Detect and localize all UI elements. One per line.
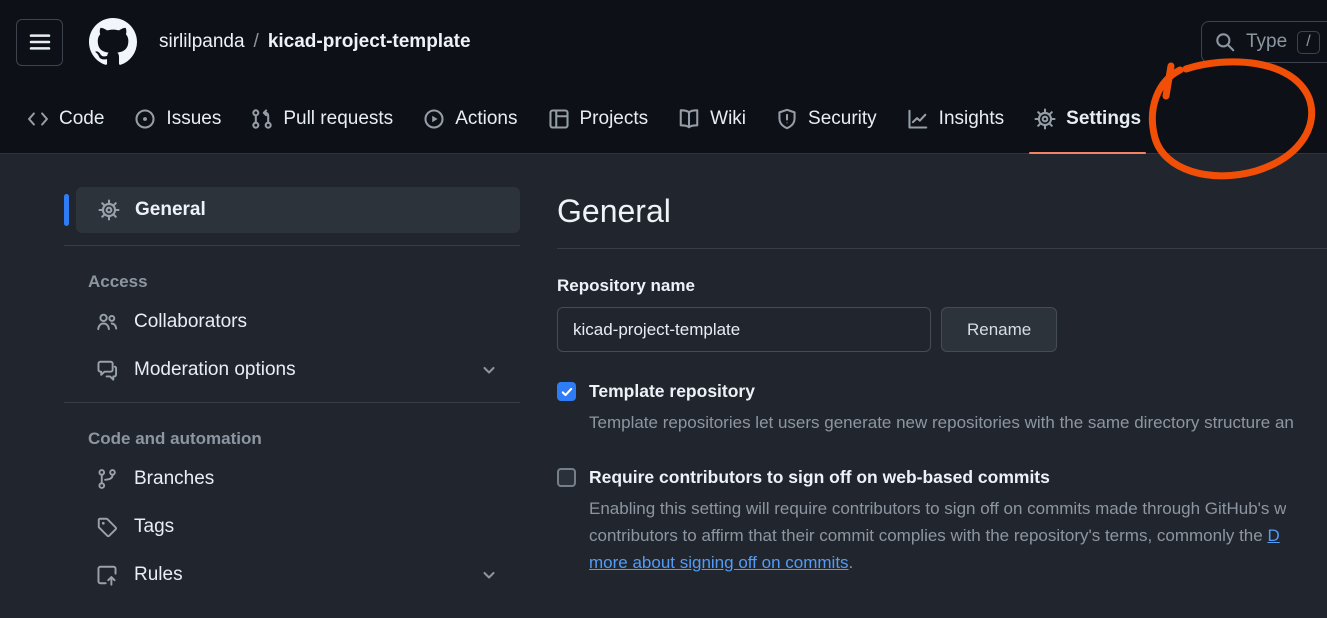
sidebar-divider	[64, 245, 520, 246]
git-pull-request-icon	[251, 108, 273, 130]
graph-icon	[907, 108, 929, 130]
tab-label: Actions	[455, 108, 517, 130]
breadcrumb-repo-link[interactable]: kicad-project-template	[268, 31, 471, 53]
breadcrumb: sirlilpanda / kicad-project-template	[159, 31, 471, 53]
gear-icon	[98, 199, 120, 221]
git-branch-icon	[96, 468, 118, 490]
signoff-line2-text: contributors to affirm that their commit…	[589, 526, 1267, 545]
sidebar-item-label: Rules	[134, 564, 183, 586]
tab-label: Code	[59, 108, 104, 130]
search-placeholder: Type	[1246, 31, 1287, 53]
gear-icon	[1034, 108, 1056, 130]
tab-label: Pull requests	[283, 108, 393, 130]
tab-label: Wiki	[710, 108, 746, 130]
signoff-label[interactable]: Require contributors to sign off on web-…	[589, 467, 1286, 488]
sidebar-item-label: Moderation options	[134, 359, 296, 381]
tab-wiki[interactable]: Wiki	[663, 84, 761, 153]
sidebar-section-code-automation: Code and automation	[88, 429, 520, 449]
signoff-setting: Require contributors to sign off on web-…	[557, 467, 1327, 576]
hamburger-menu-button[interactable]	[16, 19, 63, 66]
template-repository-description: Template repositories let users generate…	[589, 409, 1294, 436]
content-area: General Access Collaborators	[0, 154, 1327, 618]
tab-label: Insights	[939, 108, 1004, 130]
sidebar-item-tags[interactable]: Tags	[64, 503, 520, 551]
tab-insights[interactable]: Insights	[892, 84, 1019, 153]
template-repository-checkbox[interactable]	[557, 382, 576, 401]
check-icon	[560, 385, 574, 399]
signoff-learn-more-link[interactable]: more about signing off on commits	[589, 553, 849, 572]
active-item-indicator	[64, 194, 69, 226]
tag-icon	[96, 516, 118, 538]
sidebar-item-collaborators[interactable]: Collaborators	[64, 298, 520, 346]
sidebar-item-general[interactable]: General	[76, 187, 520, 233]
slash-key-hint: /	[1297, 31, 1319, 54]
tab-label: Projects	[580, 108, 649, 130]
tab-projects[interactable]: Projects	[533, 84, 664, 153]
breadcrumb-separator: /	[254, 31, 259, 53]
settings-sidebar: General Access Collaborators	[64, 187, 520, 618]
template-repository-label[interactable]: Template repository	[589, 381, 1294, 402]
three-bars-icon	[28, 30, 52, 54]
github-logo-icon[interactable]	[89, 18, 137, 66]
sidebar-item-moderation-options[interactable]: Moderation options	[64, 346, 520, 394]
dco-link[interactable]: D	[1267, 526, 1279, 545]
rules-icon	[96, 564, 118, 586]
sidebar-item-label: Tags	[134, 516, 174, 538]
table-icon	[548, 108, 570, 130]
tab-settings[interactable]: Settings	[1019, 84, 1156, 153]
sidebar-item-label: General	[135, 199, 206, 221]
search-icon	[1214, 31, 1236, 53]
signoff-checkbox[interactable]	[557, 468, 576, 487]
sidebar-item-label: Branches	[134, 468, 214, 490]
play-icon	[423, 108, 445, 130]
page-title: General	[557, 191, 1327, 231]
signoff-description: Enabling this setting will require contr…	[589, 495, 1286, 576]
tab-actions[interactable]: Actions	[408, 84, 532, 153]
people-icon	[96, 311, 118, 333]
chevron-down-icon	[480, 361, 498, 379]
chevron-down-icon	[480, 566, 498, 584]
section-divider	[557, 248, 1327, 249]
sidebar-section-access: Access	[88, 272, 520, 292]
active-tab-underline	[1029, 152, 1146, 154]
tab-code[interactable]: Code	[12, 84, 119, 153]
rename-button[interactable]: Rename	[941, 307, 1057, 352]
sidebar-item-label: Collaborators	[134, 311, 247, 333]
tab-label: Settings	[1066, 108, 1141, 130]
comment-discussion-icon	[96, 359, 118, 381]
repository-name-input[interactable]	[557, 307, 931, 352]
tab-security[interactable]: Security	[761, 84, 892, 153]
shield-icon	[776, 108, 798, 130]
tab-label: Issues	[166, 108, 221, 130]
repo-nav: Code Issues Pull requests Actions	[0, 84, 1327, 154]
search-input[interactable]: Type /	[1201, 21, 1327, 63]
book-icon	[678, 108, 700, 130]
tab-issues[interactable]: Issues	[119, 84, 236, 153]
settings-main: General Repository name Rename Template …	[557, 154, 1327, 618]
signoff-line1: Enabling this setting will require contr…	[589, 499, 1286, 518]
tab-pull-requests[interactable]: Pull requests	[236, 84, 408, 153]
issue-opened-icon	[134, 108, 156, 130]
rename-row: Rename	[557, 307, 1327, 352]
sidebar-item-branches[interactable]: Branches	[64, 455, 520, 503]
template-repository-setting: Template repository Template repositorie…	[557, 381, 1327, 436]
breadcrumb-owner-link[interactable]: sirlilpanda	[159, 31, 245, 53]
tab-label: Security	[808, 108, 877, 130]
signoff-line3-suffix: .	[849, 553, 854, 572]
sidebar-item-rules[interactable]: Rules	[64, 551, 520, 599]
code-icon	[27, 108, 49, 130]
app-header: sirlilpanda / kicad-project-template Typ…	[0, 0, 1327, 84]
sidebar-divider	[64, 402, 520, 403]
repository-name-label: Repository name	[557, 276, 1327, 296]
